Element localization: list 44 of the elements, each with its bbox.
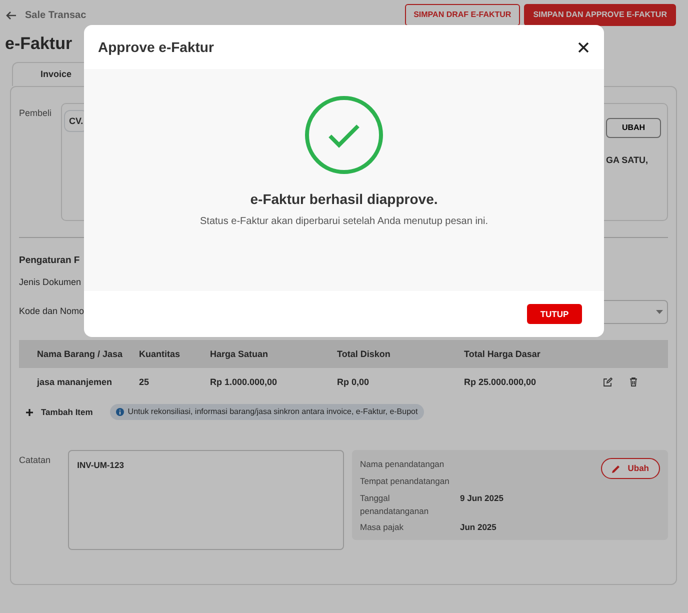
section-title: Pengaturan F <box>19 254 81 268</box>
add-item-button[interactable]: Tambah Item <box>25 404 94 420</box>
back-arrow-icon[interactable] <box>6 10 17 20</box>
table-cell-text: 25 <box>139 376 150 388</box>
modal-title: Approve e-Faktur <box>98 38 214 57</box>
field-label: Kode dan Nomo <box>19 305 84 318</box>
column-header: Nama Barang / Jasa <box>36 348 124 361</box>
trash-icon[interactable] <box>629 377 638 388</box>
close-button[interactable] <box>577 40 590 54</box>
pencil-icon <box>612 464 620 473</box>
table-cell-text: Rp 0,00 <box>337 376 370 389</box>
success-heading: e-Faktur berhasil diapprove. <box>250 190 438 209</box>
column-header: Harga Satuan <box>210 348 270 361</box>
field-label: Pembeli <box>19 107 53 120</box>
column-header: Kuantitas <box>139 348 182 360</box>
edit-button[interactable]: Ubah <box>600 458 660 479</box>
table-cell-text: jasa mananjemen <box>36 376 114 389</box>
address-text: GA SATU, <box>606 154 648 167</box>
success-check-icon <box>304 95 384 175</box>
page-title: e-Faktur <box>5 33 72 55</box>
signature-label: Nama penandatangan <box>360 458 446 471</box>
info-icon <box>116 408 124 416</box>
success-message: Status e-Faktur akan diperbarui setelah Anda menutup pesan ini. <box>200 215 488 229</box>
signature-value: 9 Jun 2025 <box>460 492 504 505</box>
field-label: Jenis Dokumen <box>19 276 82 289</box>
field-label: Catatan <box>19 454 52 468</box>
header-button[interactable]: SIMPAN DRAF E-FAKTUR <box>404 4 520 26</box>
caret-icon <box>656 310 663 314</box>
signature-label: Tempat penandatangan <box>360 475 450 488</box>
signature-label: Tanggal penandatanganan <box>360 492 430 518</box>
info-text: Untuk rekonsiliasi, informasi barang/jasa sinkron antara invoice, e-Faktur, e-Bupot <box>128 406 418 418</box>
edit-icon[interactable] <box>603 377 613 388</box>
change-button[interactable]: UBAH <box>606 118 661 138</box>
header-button[interactable]: SIMPAN DAN APPROVE E-FAKTUR <box>524 4 676 26</box>
table-cell-text: Rp 25.000.000,00 <box>464 376 538 389</box>
signature-value: Jun 2025 <box>460 521 496 534</box>
signature-label: Masa pajak <box>360 521 404 534</box>
breadcrumb-link[interactable]: Sale Transac <box>25 8 86 22</box>
plus-icon <box>26 408 33 416</box>
column-header: Total Diskon <box>337 348 392 360</box>
notes-field[interactable]: INV-UM-123 <box>68 450 344 550</box>
close-dialog-button[interactable]: TUTUP <box>527 304 582 324</box>
column-header: Total Harga Dasar <box>464 348 542 361</box>
table-cell-text: Rp 1.000.000,00 <box>210 376 278 389</box>
